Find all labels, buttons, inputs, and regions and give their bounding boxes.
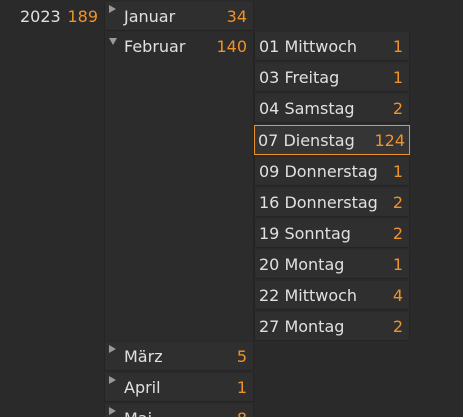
- month-row-april[interactable]: April 1: [104, 373, 254, 402]
- day-row[interactable]: 20 Montag 1: [254, 250, 410, 279]
- day-row[interactable]: 03 Freitag 1: [254, 63, 410, 92]
- triangle-down-icon[interactable]: [109, 38, 117, 45]
- month-label: Februar: [124, 37, 186, 56]
- day-label: 19 Sonntag: [259, 223, 351, 243]
- day-row-selected[interactable]: 07 Dienstag 124: [254, 125, 410, 155]
- year-row-2023[interactable]: 2023 189: [0, 2, 104, 31]
- month-count: 140: [216, 37, 247, 56]
- day-count: 2: [392, 316, 403, 336]
- month-label: April: [124, 377, 161, 397]
- date-tree-browser: 2023 189 Januar 34 Februar 140 März 5 Ap…: [0, 0, 463, 417]
- day-row[interactable]: 27 Montag 2: [254, 312, 410, 341]
- day-label: 22 Mittwoch: [259, 285, 358, 305]
- day-row[interactable]: 16 Donnerstag 2: [254, 188, 410, 217]
- day-count: 124: [374, 130, 405, 150]
- month-row-maerz[interactable]: März 5: [104, 342, 254, 371]
- day-label: 07 Dienstag: [258, 130, 355, 150]
- day-count: 1: [392, 161, 403, 181]
- month-label: Mai: [105, 409, 237, 417]
- month-label: März: [124, 346, 163, 366]
- day-row[interactable]: 01 Mittwoch 1: [254, 32, 410, 61]
- day-count: 1: [392, 254, 403, 274]
- month-row-januar[interactable]: Januar 34: [104, 2, 254, 31]
- month-count: 5: [236, 346, 247, 366]
- day-row[interactable]: 09 Donnerstag 1: [254, 157, 410, 186]
- triangle-right-icon[interactable]: [109, 407, 116, 415]
- month-row-mai[interactable]: Mai 8: [104, 404, 254, 417]
- month-count: 1: [236, 377, 247, 397]
- day-label: 04 Samstag: [259, 98, 355, 118]
- triangle-right-icon[interactable]: [109, 5, 116, 13]
- day-count: 4: [392, 285, 403, 305]
- day-label: 09 Donnerstag: [259, 161, 378, 181]
- day-count: 2: [392, 223, 403, 243]
- day-row[interactable]: 04 Samstag 2: [254, 94, 410, 123]
- year-label: 2023: [20, 7, 61, 26]
- month-label: Januar: [124, 6, 176, 26]
- day-label: 16 Donnerstag: [259, 192, 378, 212]
- triangle-right-icon[interactable]: [109, 376, 116, 384]
- day-count: 2: [392, 98, 403, 118]
- day-count: 2: [392, 192, 403, 212]
- day-label: 20 Montag: [259, 254, 345, 274]
- year-count: 189: [67, 7, 98, 26]
- month-count: 34: [226, 6, 247, 26]
- month-count: 8: [237, 409, 253, 417]
- day-row[interactable]: 22 Mittwoch 4: [254, 281, 410, 310]
- day-count: 1: [392, 36, 403, 56]
- day-count: 1: [392, 67, 403, 87]
- day-row[interactable]: 19 Sonntag 2: [254, 219, 410, 248]
- month-row-februar[interactable]: Februar 140: [104, 32, 254, 61]
- day-label: 03 Freitag: [259, 67, 340, 87]
- triangle-right-icon[interactable]: [109, 345, 116, 353]
- day-label: 01 Mittwoch: [259, 36, 358, 56]
- day-label: 27 Montag: [259, 316, 345, 336]
- february-expanded-area: [104, 32, 254, 340]
